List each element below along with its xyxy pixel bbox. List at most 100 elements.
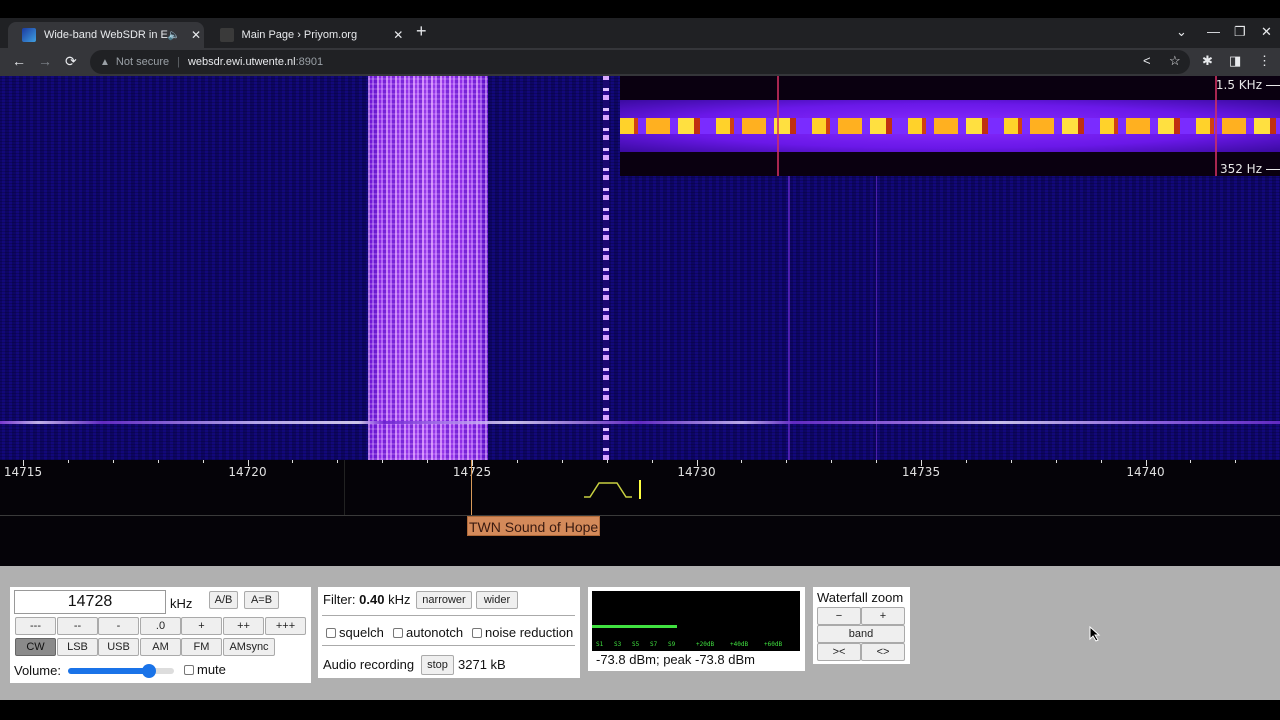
squelch-label: squelch [339,625,384,640]
smeter-scale-label: S1 [596,641,604,648]
round-frequency-button[interactable]: .0 [140,617,181,635]
warning-icon[interactable]: ▲ [100,57,110,68]
new-tab-button[interactable]: + [416,22,427,40]
ab-button[interactable]: A/B [209,591,238,609]
scale-label: 14730 [677,465,716,479]
carrier-marker[interactable] [639,480,641,499]
security-label[interactable]: Not secure [116,56,169,68]
mode-lsb-button[interactable]: LSB [57,638,98,656]
volume-slider[interactable] [68,664,174,678]
mode-fm-button[interactable]: FM [181,638,222,656]
minor-tick [112,460,114,463]
tab-websdr[interactable]: Wide-band WebSDR in Ensch 🔈 ✕ [8,22,204,48]
signal-meter: S1 S3 S5 S7 S9 +20dB +40dB +60dB [592,591,800,651]
minor-tick [337,460,339,463]
tab-priyom[interactable]: Main Page › Priyom.org ✕ [206,22,406,48]
squelch-checkbox-box[interactable] [326,627,336,638]
zoom-narrow-button[interactable]: >< [817,643,861,661]
window-close-icon[interactable]: ✕ [1261,24,1272,40]
back-icon[interactable]: ← [12,53,26,69]
share-icon[interactable]: < [1143,54,1151,68]
signal-readout: -73.8 dBm; peak -73.8 dBm [596,652,755,667]
noise-reduction-checkbox[interactable]: noise reduction [472,625,573,640]
forward-icon[interactable]: → [38,53,52,69]
step-down-2-button[interactable]: -- [57,617,98,635]
minor-tick [786,460,788,463]
volume-label: Volume: [14,663,61,678]
speaker-icon[interactable]: 🔈 [168,30,180,41]
address-bar[interactable]: ▲ Not secure | websdr.ewi.utwente.nl :89… [90,50,1190,74]
minor-tick [1055,460,1057,463]
mute-checkbox-box[interactable] [184,664,194,675]
websdr-favicon-icon [22,28,36,42]
step-up-3-button[interactable]: +++ [265,617,306,635]
mode-am-button[interactable]: AM [140,638,181,656]
step-down-3-button[interactable]: --- [15,617,56,635]
frequency-box: kHz A/B A=B --- -- - .0 + ++ +++ CW LSB … [10,587,311,683]
frequency-scale[interactable]: 14715 14720 14725 14730 14735 14740 [0,460,1280,516]
autonotch-checkbox[interactable]: autonotch [393,625,463,640]
bottom-black-bar [0,700,1280,720]
side-panel-icon[interactable]: ◨ [1229,54,1241,68]
minor-tick [1100,460,1102,463]
browser-toolbar: ← → ⟳ ▲ Not secure | websdr.ewi.utwente.… [0,48,1280,76]
narrower-button[interactable]: narrower [416,591,472,609]
divider [322,645,575,646]
minor-tick [292,460,294,463]
url-host: websdr.ewi.utwente.nl [187,56,296,68]
smeter-box: S1 S3 S5 S7 S9 +20dB +40dB +60dB -73.8 dBm; pea… [588,587,805,671]
mode-usb-button[interactable]: USB [98,638,139,656]
audio-recording-label: Audio recording [323,657,415,672]
step-up-2-button[interactable]: ++ [223,617,264,635]
minor-tick [382,460,384,463]
browser-menu-icon[interactable]: ⋮ [1258,54,1271,68]
restore-icon[interactable]: ❐ [1234,24,1246,40]
tab-close-icon[interactable]: ✕ [391,28,406,42]
minor-tick [157,460,159,463]
zoom-in-button[interactable]: + [861,607,905,625]
autonotch-checkbox-box[interactable] [393,627,403,638]
minor-tick [516,460,518,463]
step-up-1-button[interactable]: + [181,617,222,635]
broadcast-signal-trace [368,76,488,460]
frequency-input[interactable] [14,590,166,614]
scale-label: 14715 [3,465,43,479]
zoom-out-button[interactable]: − [817,607,861,625]
tab-search-icon[interactable]: ⌄ [1176,24,1187,40]
extensions-icon[interactable]: ✱ [1202,54,1213,68]
smeter-scale-label: S5 [632,641,640,648]
minimize-icon[interactable]: — [1207,24,1220,39]
minor-tick [606,460,608,463]
noise-reduction-checkbox-box[interactable] [472,627,482,638]
waterfall-signal-trace [876,176,877,460]
volume-slider-fill [68,668,149,674]
zoom-band-button[interactable]: band [817,625,905,643]
minor-tick [1190,460,1192,463]
reload-icon[interactable]: ⟳ [65,53,77,69]
mute-checkbox[interactable]: mute [184,662,226,677]
minor-tick [741,460,743,463]
smeter-scale-label: S9 [668,641,676,648]
passband-filter-shape[interactable] [584,480,632,500]
bookmark-star-icon[interactable]: ☆ [1169,54,1181,68]
volume-slider-knob[interactable] [141,664,156,678]
wider-button[interactable]: wider [476,591,518,609]
tab-close-icon[interactable]: ✕ [188,28,204,42]
mode-amsync-button[interactable]: AMsync [223,638,275,656]
a-equals-b-button[interactable]: A=B [244,591,279,609]
zoom-wide-button[interactable]: <> [861,643,905,661]
mode-cw-button[interactable]: CW [15,638,56,656]
minor-tick [427,460,429,463]
waterfall-zoom-title: Waterfall zoom [817,590,904,605]
label-tick [1266,168,1280,170]
scale-label: 14720 [228,465,267,479]
step-down-1-button[interactable]: - [98,617,139,635]
station-label[interactable]: TWN Sound of Hope [467,516,601,536]
filter-value: 0.40 [359,592,385,607]
stop-recording-button[interactable]: stop [421,655,454,675]
waterfall-display[interactable]: 1.5 KHz 352 Hz [0,76,1280,460]
recording-size: 3271 kB [458,657,506,672]
squelch-checkbox[interactable]: squelch [326,625,384,640]
label-tick [1266,84,1280,86]
smeter-scale-label: S3 [614,641,622,648]
